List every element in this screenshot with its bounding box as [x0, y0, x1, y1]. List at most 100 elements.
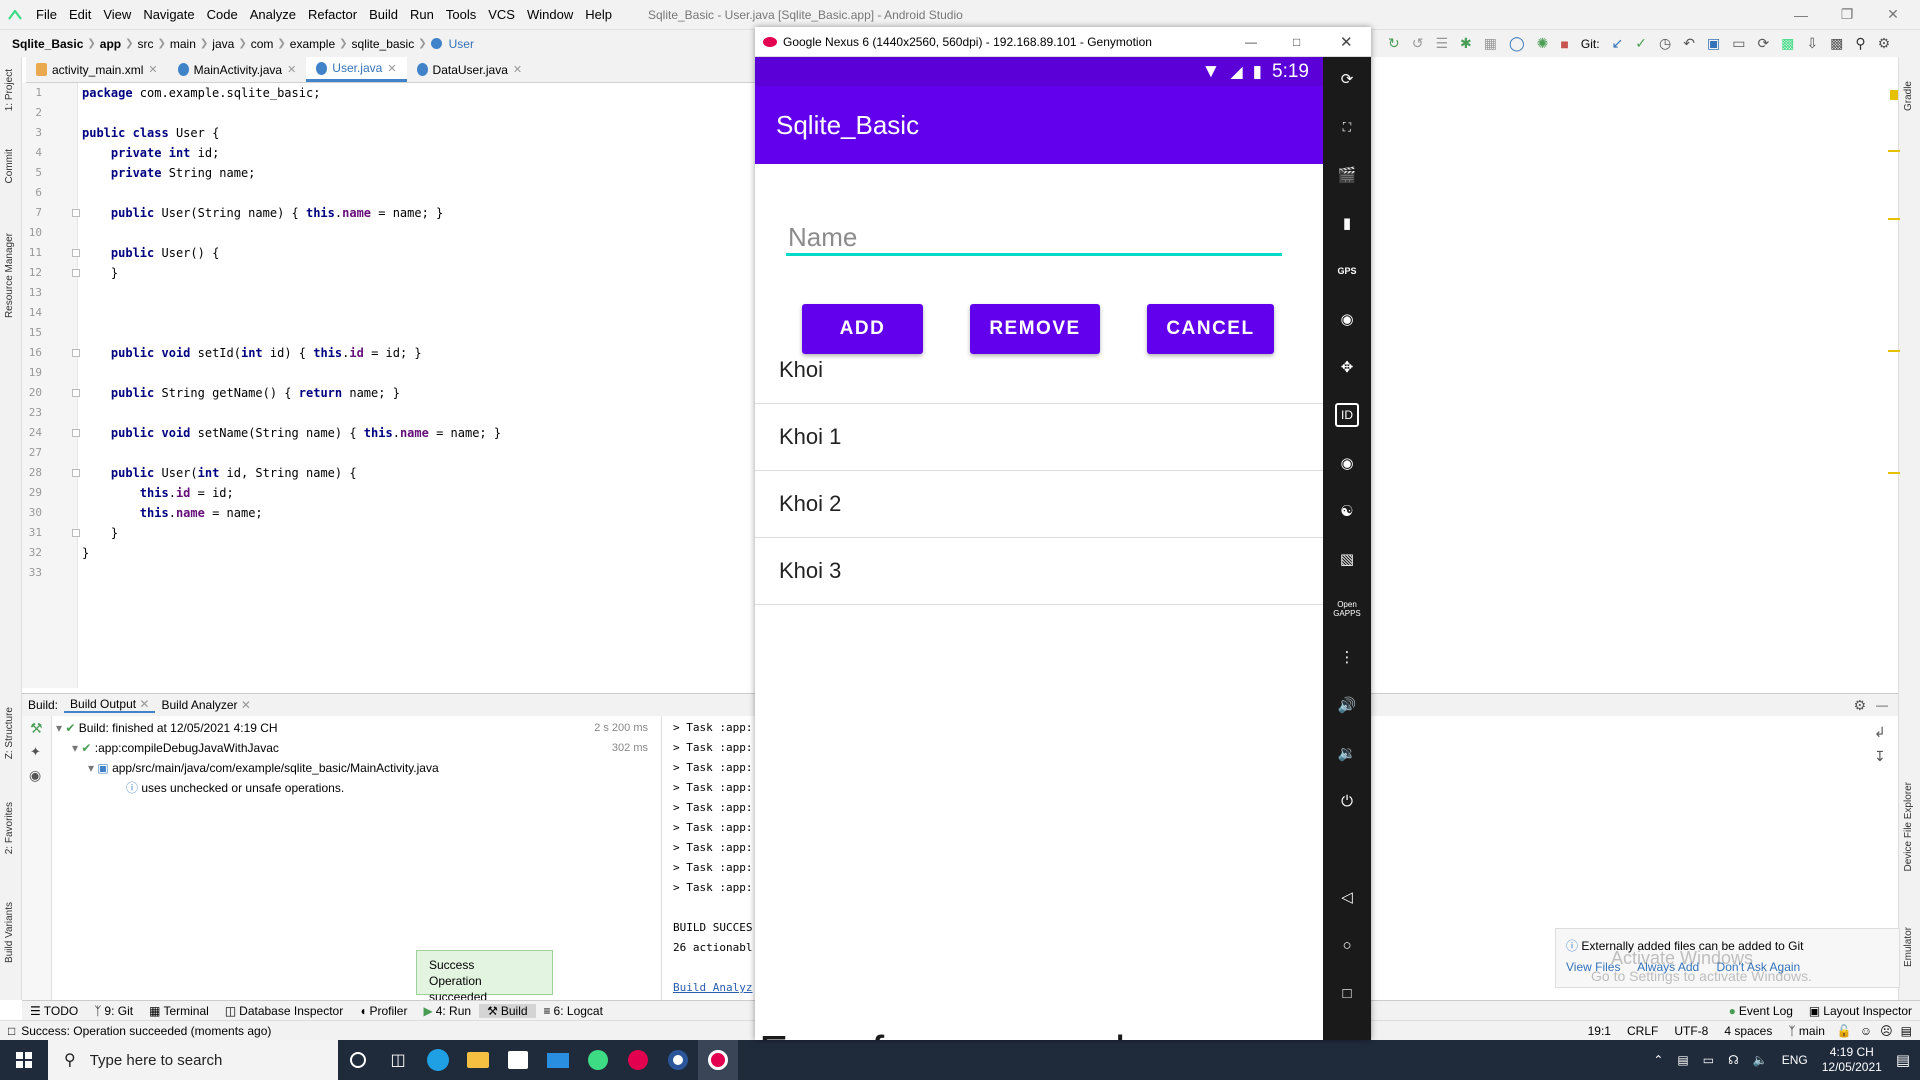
line-number[interactable]: 31	[22, 523, 42, 543]
build-console[interactable]: > Task :app: > Task :app: > Task :app: > Ta…	[665, 716, 755, 1000]
menu-vcs[interactable]: VCS	[482, 7, 521, 22]
menu-help[interactable]: Help	[579, 7, 618, 22]
word-icon[interactable]	[658, 1040, 698, 1080]
code-line[interactable]: }	[82, 523, 118, 543]
breadcrumb-example[interactable]: example	[286, 37, 339, 51]
device-file-explorer-tool-tab[interactable]: Device File Explorer	[1903, 782, 1914, 871]
apply-changes-icon[interactable]: ↺	[1412, 35, 1424, 52]
share-icon[interactable]: ⋮	[1335, 645, 1359, 669]
line-number[interactable]: 20	[22, 383, 42, 403]
tree-row-compile[interactable]: ▾ ✔ :app:compileDebugJavaWithJavac 302 m…	[72, 738, 656, 758]
settings-icon[interactable]: ⚙	[1878, 35, 1891, 52]
clock[interactable]: 4:19 CH 12/05/2021	[1822, 1045, 1882, 1075]
close-tab-icon[interactable]: ✕	[513, 63, 522, 76]
git-commit-icon[interactable]: ✓	[1635, 35, 1647, 52]
android-studio-icon[interactable]	[578, 1040, 618, 1080]
line-number[interactable]: 15	[22, 323, 42, 343]
breadcrumb-project[interactable]: Sqlite_Basic	[0, 37, 87, 51]
code-line[interactable]: public User(int id, String name) {	[82, 463, 357, 483]
restore-icon[interactable]: ❐	[1824, 0, 1870, 29]
cortana-icon[interactable]	[338, 1040, 378, 1080]
git-history-icon[interactable]: ◷	[1659, 35, 1671, 52]
fold-marker-icon[interactable]	[72, 529, 80, 537]
structure-tool-tab[interactable]: Z: Structure	[4, 707, 15, 759]
settings-icon[interactable]: ⚙	[1853, 697, 1866, 714]
close-icon[interactable]: ✕	[1340, 33, 1353, 51]
chevron-up-icon[interactable]: ⌃	[1653, 1053, 1663, 1067]
tab-activity-main[interactable]: activity_main.xml ✕	[26, 57, 168, 82]
indent-setting[interactable]: 4 spaces	[1716, 1024, 1780, 1038]
breadcrumb-src[interactable]: src	[134, 37, 158, 51]
error-stripe-mark[interactable]	[1888, 350, 1900, 352]
genymotion-player-icon[interactable]	[698, 1040, 738, 1080]
line-number[interactable]: 24	[22, 423, 42, 443]
git-update-icon[interactable]: ↙	[1612, 35, 1624, 52]
volume-icon[interactable]: 🔈	[1753, 1053, 1768, 1067]
back-icon[interactable]: ◁	[1335, 885, 1359, 909]
network-icon[interactable]: ▤	[1677, 1053, 1688, 1067]
menu-tools[interactable]: Tools	[440, 7, 482, 22]
stop-icon[interactable]: ■	[1560, 36, 1568, 52]
move-icon[interactable]: ✥	[1335, 355, 1359, 379]
lock-icon[interactable]: 🔓	[1833, 1024, 1856, 1038]
soft-wrap-icon[interactable]: ↲	[1874, 720, 1886, 744]
line-number[interactable]: 27	[22, 443, 42, 463]
fold-marker-icon[interactable]	[72, 269, 80, 277]
name-input[interactable]: Name	[786, 220, 1282, 256]
battery-icon[interactable]: ▮	[1335, 211, 1359, 235]
code-line[interactable]: this.name = name;	[82, 503, 263, 523]
edge-icon[interactable]	[418, 1040, 458, 1080]
windows-start-icon[interactable]	[0, 1040, 48, 1080]
device-manager-icon[interactable]: ▭	[1732, 35, 1745, 52]
git-branch[interactable]: ᛉ main	[1780, 1024, 1833, 1038]
maximize-icon[interactable]: □	[1293, 35, 1300, 49]
line-separator[interactable]: CRLF	[1619, 1024, 1666, 1038]
code-line[interactable]: public class User {	[82, 123, 219, 143]
bug-icon[interactable]: ✺	[1537, 35, 1549, 52]
fold-marker-icon[interactable]	[72, 389, 80, 397]
close-tab-icon[interactable]: ✕	[139, 697, 149, 711]
line-number[interactable]: 23	[22, 403, 42, 423]
run-tool-button[interactable]: ▶ 4: Run	[415, 1004, 479, 1018]
error-stripe-mark[interactable]	[1888, 218, 1900, 220]
line-number[interactable]: 4	[22, 143, 42, 163]
line-number[interactable]: 10	[22, 223, 42, 243]
code-line[interactable]: }	[82, 263, 118, 283]
task-view-icon[interactable]: ◫	[378, 1040, 418, 1080]
line-number[interactable]: 28	[22, 463, 42, 483]
sad-face-icon[interactable]: ☹	[1876, 1024, 1897, 1038]
menu-analyze[interactable]: Analyze	[244, 7, 302, 22]
menu-view[interactable]: View	[97, 7, 137, 22]
breadcrumb-package[interactable]: sqlite_basic	[348, 37, 419, 51]
close-icon[interactable]: ✕	[1870, 0, 1916, 29]
power-icon[interactable]: ⏻	[1335, 789, 1359, 813]
code-line[interactable]: public User() {	[82, 243, 219, 263]
close-tab-icon[interactable]: ✕	[287, 63, 296, 76]
close-tab-icon[interactable]: ✕	[241, 698, 251, 712]
code-line[interactable]: public void setId(int id) { this.id = id…	[82, 343, 422, 363]
tab-main-activity[interactable]: MainActivity.java ✕	[168, 57, 307, 82]
line-number[interactable]: 2	[22, 103, 42, 123]
chevron-down-icon[interactable]: ▾	[88, 761, 94, 775]
tree-row-file[interactable]: ▾ ▣ app/src/main/java/com/example/sqlite…	[88, 758, 439, 778]
status-square-icon[interactable]: □	[0, 1024, 15, 1038]
line-number[interactable]: 5	[22, 163, 42, 183]
apply-code-icon[interactable]: ☰	[1435, 35, 1448, 52]
rotate-icon[interactable]: ⟳	[1335, 67, 1359, 91]
language-indicator[interactable]: ENG	[1782, 1053, 1808, 1067]
layout-inspector-tool-button[interactable]: ▣ Layout Inspector	[1801, 1004, 1920, 1018]
breadcrumb-app[interactable]: app	[96, 37, 125, 51]
code-line[interactable]: public void setName(String name) { this.…	[82, 423, 501, 443]
chevron-down-icon[interactable]: ▾	[72, 741, 78, 755]
eye-icon[interactable]: ◉	[29, 767, 41, 784]
fold-marker-icon[interactable]	[72, 249, 80, 257]
line-number[interactable]: 30	[22, 503, 42, 523]
terminal-tool-button[interactable]: ▦ Terminal	[141, 1004, 217, 1018]
gradle-tool-tab[interactable]: Gradle	[1903, 81, 1914, 111]
hide-panel-icon[interactable]: —	[1876, 698, 1888, 712]
warning-marker[interactable]	[1890, 90, 1898, 100]
status-message[interactable]: Success: Operation succeeded (moments ag…	[15, 1024, 271, 1038]
home-icon[interactable]: ○	[1335, 933, 1359, 957]
code-line[interactable]: }	[82, 543, 89, 563]
remove-button[interactable]: REMOVE	[970, 304, 1100, 354]
